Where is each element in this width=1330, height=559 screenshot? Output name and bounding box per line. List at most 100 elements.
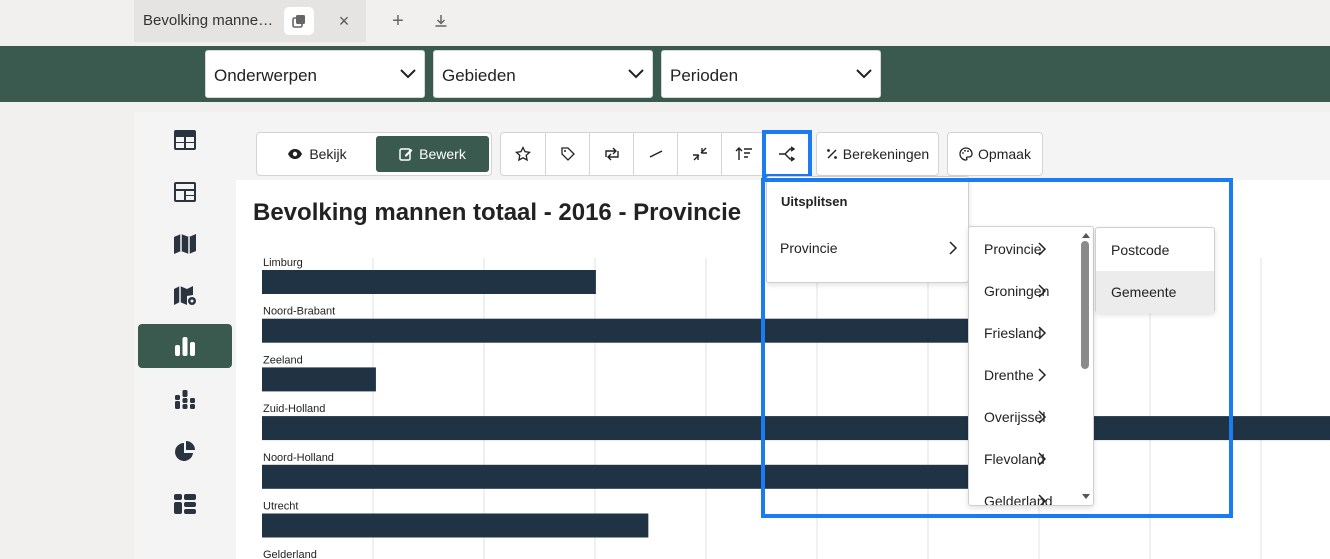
select-label: Onderwerpen [214, 66, 318, 85]
browser-tab[interactable]: Bevolking manne… × [134, 0, 366, 42]
menu-item-label: Provincie [984, 241, 1042, 257]
bar[interactable] [262, 513, 649, 538]
chart-tools-group [500, 130, 812, 178]
menu-item-label: Provincie [780, 240, 838, 256]
bar[interactable] [262, 464, 1092, 489]
province-menu: Provincie Groningen Friesland Drenthe Overij… [968, 226, 1094, 506]
sidebar-item-bar-chart[interactable] [138, 324, 232, 368]
sidebar-item-widgets[interactable] [138, 482, 232, 526]
province-menu-item[interactable]: Drenthe [969, 354, 1077, 396]
map-settings-icon [174, 286, 196, 305]
province-menu-item[interactable]: Flevoland [969, 438, 1077, 480]
menu-item-label: Postcode [1111, 242, 1170, 258]
tab-close-icon[interactable]: × [329, 7, 359, 35]
chevron-right-icon [1038, 242, 1047, 256]
sidebar-item-stacked-chart[interactable] [138, 378, 232, 422]
chevron-right-icon [1038, 410, 1047, 424]
chevron-right-icon [1038, 368, 1047, 382]
category-label: Noord-Holland [263, 452, 334, 464]
category-label: Limburg [263, 257, 303, 269]
sidebar-item-map[interactable] [138, 222, 232, 266]
format-label: Opmaak [978, 146, 1031, 162]
chevron-right-icon [1038, 494, 1047, 505]
map-icon [174, 234, 196, 254]
sidebar-item-map-settings[interactable] [138, 274, 232, 318]
line-button[interactable] [633, 133, 677, 175]
tag-icon [560, 147, 575, 161]
chevron-down-icon [628, 69, 644, 79]
tag-button[interactable] [545, 133, 589, 175]
swap-axes-button[interactable] [589, 133, 633, 175]
bar[interactable] [262, 367, 376, 392]
bar[interactable] [262, 318, 1015, 343]
chevron-right-icon [1038, 452, 1047, 466]
browser-tab-strip: Bevolking manne… × + [0, 0, 1330, 42]
province-menu-item[interactable]: Groningen [969, 270, 1077, 312]
chevron-down-icon [400, 69, 416, 79]
tab-title: Bevolking manne… [143, 12, 274, 29]
menu-item-label: Drenthe [984, 367, 1034, 383]
collapse-icon [692, 147, 707, 161]
select-label: Gebieden [442, 66, 516, 85]
category-label: Zuid-Holland [263, 403, 325, 415]
favorite-button[interactable] [501, 133, 545, 175]
split-icon [779, 146, 796, 162]
sort-icon [735, 147, 752, 160]
category-label: Gelderland [263, 549, 317, 559]
category-label: Utrecht [263, 501, 298, 513]
chevron-down-icon [856, 69, 872, 79]
menu-item-label: Friesland [984, 325, 1042, 341]
split-menu-item-provincie[interactable]: Provincie [767, 227, 968, 269]
eye-icon [288, 149, 303, 159]
line-icon [649, 150, 662, 158]
tab-duplicate-icon[interactable] [284, 7, 314, 35]
bar-chart-icon [175, 337, 195, 356]
menu-item-gemeente[interactable]: Gemeente [1096, 271, 1214, 313]
edit-icon [399, 148, 413, 161]
province-menu-item[interactable]: Friesland [969, 312, 1077, 354]
pie-chart-icon [175, 441, 195, 461]
edit-button[interactable]: Bewerk [376, 136, 489, 172]
split-menu: Uitsplitsen Provincie [766, 176, 969, 283]
widgets-icon [174, 494, 196, 514]
sidebar [134, 112, 236, 559]
chart-title: Bevolking mannen totaal - 2016 - Provinc… [253, 199, 742, 226]
gebieden-select[interactable]: Gebieden [433, 50, 653, 98]
menu-item-label: Flevoland [984, 451, 1045, 467]
swap-icon [604, 147, 619, 161]
chevron-right-icon [949, 241, 958, 255]
select-label: Perioden [670, 66, 739, 85]
view-label: Bekijk [309, 146, 347, 162]
dashboard-icon [174, 182, 196, 202]
sidebar-item-table[interactable] [138, 118, 232, 162]
calculations-button[interactable]: Berekeningen [816, 132, 939, 176]
scroll-up-icon[interactable] [1081, 231, 1091, 239]
menu-item-label: Gemeente [1111, 284, 1177, 300]
sidebar-item-dashboard[interactable] [138, 170, 232, 214]
bar[interactable] [262, 270, 596, 294]
new-tab-button[interactable]: + [387, 10, 409, 32]
sidebar-item-pie-chart[interactable] [138, 430, 232, 474]
split-button[interactable] [762, 130, 812, 178]
view-button[interactable]: Bekijk [260, 136, 374, 172]
selector-bar: Onderwerpen Gebieden Perioden [0, 46, 1330, 102]
chevron-right-icon [1038, 326, 1047, 340]
collapse-button[interactable] [677, 133, 721, 175]
perioden-select[interactable]: Perioden [661, 50, 881, 98]
calculations-label: Berekeningen [842, 146, 930, 162]
percent-icon [826, 149, 837, 159]
onderwerpen-select[interactable]: Onderwerpen [205, 50, 425, 98]
download-icon[interactable] [430, 10, 452, 32]
category-label: Zeeland [263, 354, 303, 366]
edit-label: Bewerk [419, 146, 466, 162]
province-menu-item[interactable]: Provincie [969, 228, 1077, 270]
scroll-down-icon[interactable] [1081, 493, 1091, 501]
format-button[interactable]: Opmaak [947, 132, 1043, 176]
table-icon [174, 130, 196, 150]
province-menu-item[interactable]: Gelderland [969, 480, 1077, 505]
sort-button[interactable] [721, 133, 765, 175]
province-menu-item[interactable]: Overijssel [969, 396, 1077, 438]
bar[interactable] [262, 416, 1330, 441]
menu-item-postcode[interactable]: Postcode [1096, 229, 1214, 271]
province-menu-scrollbar[interactable] [1081, 241, 1089, 369]
